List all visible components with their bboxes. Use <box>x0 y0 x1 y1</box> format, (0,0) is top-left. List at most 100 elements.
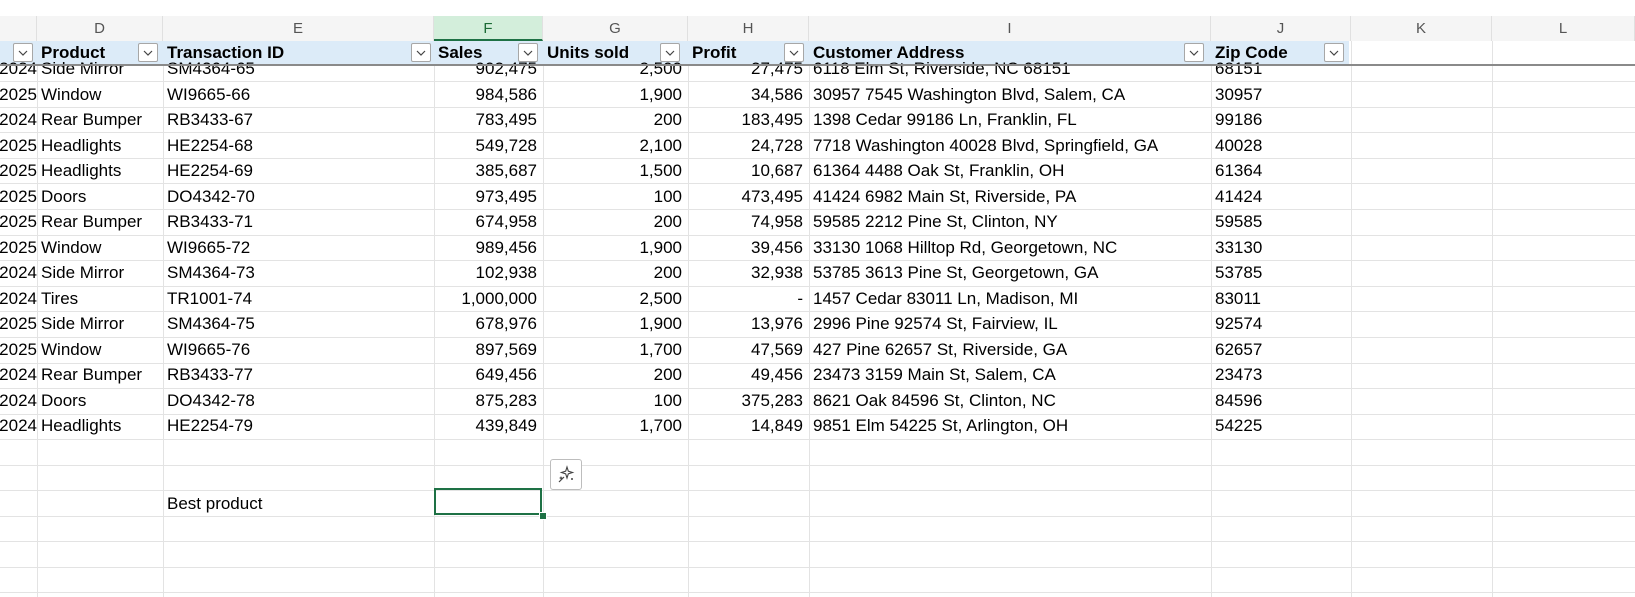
profit-cell[interactable]: 39,456 <box>688 235 809 260</box>
units-sold-cell[interactable]: 2,500 <box>543 286 688 311</box>
column-header-E[interactable]: E <box>163 16 434 41</box>
product-cell[interactable]: Window <box>37 337 163 362</box>
product-cell[interactable]: Side Mirror <box>37 260 163 285</box>
zip-code-cell[interactable]: 23473 <box>1211 362 1351 387</box>
zip-code-cell[interactable]: 84596 <box>1211 388 1351 413</box>
customer-address-cell[interactable]: 1457 Cedar 83011 Ln, Madison, MI <box>809 286 1211 311</box>
profit-cell[interactable]: 10,687 <box>688 158 809 183</box>
product-cell[interactable]: Doors <box>37 184 163 209</box>
column-header-D[interactable]: D <box>37 16 163 41</box>
units-sold-cell[interactable]: 2,500 <box>543 56 688 81</box>
units-sold-cell[interactable]: 1,900 <box>543 235 688 260</box>
column-header-I[interactable]: I <box>809 16 1211 41</box>
sales-cell[interactable]: 674,958 <box>434 209 543 234</box>
zip-code-cell[interactable]: 99186 <box>1211 107 1351 132</box>
profit-cell[interactable]: 473,495 <box>688 184 809 209</box>
units-sold-cell[interactable]: 1,700 <box>543 413 688 438</box>
sales-cell[interactable]: 989,456 <box>434 235 543 260</box>
product-cell[interactable]: Window <box>37 235 163 260</box>
transaction-id-cell[interactable]: DO4342-70 <box>163 184 434 209</box>
year-cell[interactable]: 2024 <box>0 413 37 438</box>
units-sold-cell[interactable]: 100 <box>543 388 688 413</box>
transaction-id-cell[interactable]: SM4364-73 <box>163 260 434 285</box>
product-cell[interactable]: Side Mirror <box>37 56 163 81</box>
zip-code-cell[interactable]: 62657 <box>1211 337 1351 362</box>
year-cell[interactable]: 2024 <box>0 260 37 285</box>
customer-address-cell[interactable]: 6118 Elm St, Riverside, NC 68151 <box>809 56 1211 81</box>
column-header-C[interactable] <box>0 16 37 41</box>
column-header-H[interactable]: H <box>688 16 809 41</box>
year-cell[interactable]: 2025 <box>0 337 37 362</box>
year-cell[interactable]: 2025 <box>0 209 37 234</box>
year-cell[interactable]: 2025 <box>0 82 37 107</box>
units-sold-cell[interactable]: 100 <box>543 184 688 209</box>
product-cell[interactable]: Window <box>37 82 163 107</box>
customer-address-cell[interactable]: 1398 Cedar 99186 Ln, Franklin, FL <box>809 107 1211 132</box>
year-cell[interactable]: 2025 <box>0 235 37 260</box>
units-sold-cell[interactable]: 1,500 <box>543 158 688 183</box>
sales-cell[interactable]: 678,976 <box>434 311 543 336</box>
customer-address-cell[interactable]: 41424 6982 Main St, Riverside, PA <box>809 184 1211 209</box>
product-cell[interactable]: Headlights <box>37 158 163 183</box>
zip-code-cell[interactable]: 59585 <box>1211 209 1351 234</box>
customer-address-cell[interactable]: 9851 Elm 54225 St, Arlington, OH <box>809 413 1211 438</box>
quick-analysis-button[interactable] <box>550 459 582 490</box>
transaction-id-cell[interactable]: HE2254-68 <box>163 133 434 158</box>
units-sold-cell[interactable]: 1,900 <box>543 311 688 336</box>
zip-code-cell[interactable]: 53785 <box>1211 260 1351 285</box>
transaction-id-cell[interactable]: HE2254-79 <box>163 413 434 438</box>
zip-code-cell[interactable]: 30957 <box>1211 82 1351 107</box>
profit-cell[interactable]: 34,586 <box>688 82 809 107</box>
column-header-G[interactable]: G <box>543 16 688 41</box>
zip-code-cell[interactable]: 68151 <box>1211 56 1351 81</box>
profit-cell[interactable]: 24,728 <box>688 133 809 158</box>
customer-address-cell[interactable]: 61364 4488 Oak St, Franklin, OH <box>809 158 1211 183</box>
sales-cell[interactable]: 1,000,000 <box>434 286 543 311</box>
transaction-id-cell[interactable]: RB3433-71 <box>163 209 434 234</box>
product-cell[interactable]: Rear Bumper <box>37 209 163 234</box>
units-sold-cell[interactable]: 200 <box>543 260 688 285</box>
year-cell[interactable]: 2025 <box>0 158 37 183</box>
sales-cell[interactable]: 973,495 <box>434 184 543 209</box>
sales-cell[interactable]: 902,475 <box>434 56 543 81</box>
column-header-K[interactable]: K <box>1351 16 1492 41</box>
sales-cell[interactable]: 897,569 <box>434 337 543 362</box>
units-sold-cell[interactable]: 1,700 <box>543 337 688 362</box>
units-sold-cell[interactable]: 1,900 <box>543 82 688 107</box>
sales-cell[interactable]: 783,495 <box>434 107 543 132</box>
transaction-id-cell[interactable]: TR1001-74 <box>163 286 434 311</box>
profit-cell[interactable]: 183,495 <box>688 107 809 132</box>
profit-cell[interactable]: - <box>688 286 809 311</box>
year-cell[interactable]: 2025 <box>0 311 37 336</box>
profit-cell[interactable]: 74,958 <box>688 209 809 234</box>
transaction-id-cell[interactable]: WI9665-66 <box>163 82 434 107</box>
transaction-id-cell[interactable]: DO4342-78 <box>163 388 434 413</box>
product-cell[interactable]: Tires <box>37 286 163 311</box>
transaction-id-cell[interactable]: WI9665-76 <box>163 337 434 362</box>
sales-cell[interactable]: 385,687 <box>434 158 543 183</box>
year-cell[interactable]: 2024 <box>0 286 37 311</box>
sales-cell[interactable]: 984,586 <box>434 82 543 107</box>
zip-code-cell[interactable]: 33130 <box>1211 235 1351 260</box>
year-cell[interactable]: 2024 <box>0 362 37 387</box>
fill-handle[interactable] <box>539 512 547 520</box>
transaction-id-cell[interactable]: SM4364-75 <box>163 311 434 336</box>
customer-address-cell[interactable]: 7718 Washington 40028 Blvd, Springfield,… <box>809 133 1211 158</box>
zip-code-cell[interactable]: 41424 <box>1211 184 1351 209</box>
year-cell[interactable]: 2024 <box>0 56 37 81</box>
transaction-id-cell[interactable]: RB3433-67 <box>163 107 434 132</box>
profit-cell[interactable]: 32,938 <box>688 260 809 285</box>
column-header-F[interactable]: F <box>434 16 543 41</box>
customer-address-cell[interactable]: 59585 2212 Pine St, Clinton, NY <box>809 209 1211 234</box>
zip-code-cell[interactable]: 54225 <box>1211 413 1351 438</box>
sales-cell[interactable]: 649,456 <box>434 362 543 387</box>
units-sold-cell[interactable]: 2,100 <box>543 133 688 158</box>
sales-cell[interactable]: 102,938 <box>434 260 543 285</box>
profit-cell[interactable]: 49,456 <box>688 362 809 387</box>
product-cell[interactable]: Headlights <box>37 133 163 158</box>
product-cell[interactable]: Side Mirror <box>37 311 163 336</box>
year-cell[interactable]: 2025 <box>0 184 37 209</box>
profit-cell[interactable]: 13,976 <box>688 311 809 336</box>
customer-address-cell[interactable]: 33130 1068 Hilltop Rd, Georgetown, NC <box>809 235 1211 260</box>
active-cell[interactable] <box>434 488 542 515</box>
